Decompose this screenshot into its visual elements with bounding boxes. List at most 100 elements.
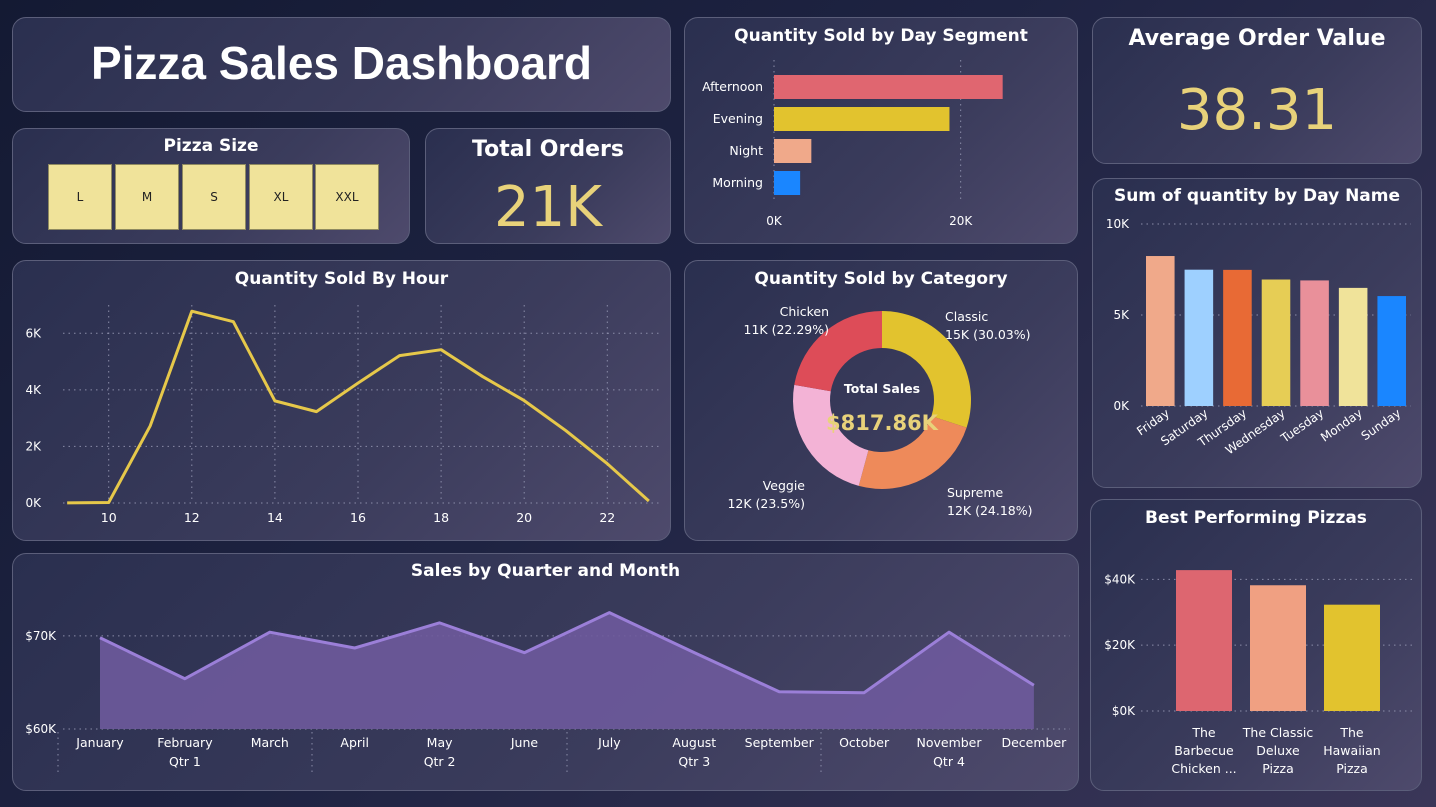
size-option-xxl[interactable]: XXL (315, 164, 379, 230)
category-label: Sunday (1359, 406, 1404, 443)
slice-name-label: Chicken (780, 304, 829, 319)
quarter-label: Qtr 4 (933, 754, 965, 769)
category-label: Barbecue (1174, 743, 1234, 758)
category-label: Pizza (1336, 761, 1368, 776)
quarter-month-card: Sales by Quarter and Month $60K $70K Janua… (12, 553, 1079, 791)
bar (1338, 287, 1368, 406)
best-pizzas-card: Best Performing Pizzas $0K $20K $40K The Bar… (1090, 499, 1422, 791)
bar (1223, 269, 1252, 406)
day-name-card: Sum of quantity by Day Name 0K 5K 10K Frida… (1092, 178, 1422, 488)
category-label: Morning (712, 175, 763, 190)
x-tick-label: 16 (350, 510, 366, 525)
y-tick-label: $20K (1104, 638, 1136, 652)
x-tick-label: 0K (766, 214, 783, 228)
slice-value-label: 11K (22.29%) (744, 322, 830, 337)
size-option-m[interactable]: M (115, 164, 179, 230)
title-card: Pizza Sales Dashboard (12, 17, 671, 112)
category-label: Chicken ... (1171, 761, 1236, 776)
pizza-size-title: Pizza Size (163, 136, 259, 156)
quarter-label: Qtr 1 (169, 754, 201, 769)
month-label: February (157, 735, 213, 750)
y-tick-label: $60K (25, 722, 57, 736)
size-option-xl[interactable]: XL (249, 164, 313, 230)
month-label: March (251, 735, 289, 750)
month-label: June (510, 735, 539, 750)
month-label: August (672, 735, 716, 750)
bar (1184, 269, 1214, 406)
month-label: September (745, 735, 815, 750)
category-label: Evening (713, 111, 763, 126)
x-tick-label: 20 (516, 510, 532, 525)
donut-center-label: Total Sales (844, 381, 920, 396)
bar (1377, 296, 1406, 406)
day-name-chart: 0K5K10KFridaySaturdayThursdayWednesdayTu… (1106, 217, 1411, 457)
category-label: Afternoon (702, 79, 763, 94)
bar (774, 107, 950, 131)
total-orders-title: Total Orders (472, 137, 624, 162)
bar (1146, 256, 1175, 406)
category-label: The Classic (1242, 725, 1314, 740)
dashboard-title: Pizza Sales Dashboard (90, 37, 593, 89)
slice-value-label: 12K (24.18%) (947, 503, 1033, 518)
month-label: April (340, 735, 369, 750)
donut-center-value: $817.86K (826, 411, 939, 435)
month-label: May (427, 735, 453, 750)
bar (1324, 604, 1380, 711)
bar (1176, 570, 1232, 711)
hour-card: Quantity Sold By Hour 0K 2K 4K 6K 10 12 14 16 18… (12, 260, 671, 541)
y-tick-label: 0K (25, 496, 42, 510)
slice-name-label: Supreme (947, 485, 1004, 500)
day-segment-chart: 0K 20K Afternoon Evening Night Morning (702, 60, 1003, 228)
bar (774, 75, 1003, 99)
slice-value-label: 12K (23.5%) (727, 496, 805, 511)
bar (1250, 585, 1306, 711)
x-tick-label: 18 (433, 510, 449, 525)
category-label: The (1191, 725, 1216, 740)
bar (1261, 279, 1291, 406)
month-label: October (839, 735, 890, 750)
category-label: Hawaiian (1323, 743, 1380, 758)
y-tick-label: 0K (1113, 399, 1130, 413)
x-tick-label: 22 (599, 510, 615, 525)
series-line (67, 309, 650, 505)
y-tick-label: $40K (1104, 572, 1136, 586)
y-tick-label: 10K (1106, 217, 1130, 231)
x-tick-label: 14 (267, 510, 283, 525)
bar (774, 171, 801, 195)
category-card: Quantity Sold by Category Classic 15K (30… (684, 260, 1078, 541)
bar (1300, 280, 1329, 406)
quarter-label: Qtr 2 (424, 754, 456, 769)
category-label: Deluxe (1256, 743, 1300, 758)
month-label: January (75, 735, 124, 750)
pizza-size-slicer: Pizza Size L M S XL XXL (12, 128, 410, 244)
y-tick-label: 6K (25, 326, 42, 340)
bar (774, 139, 812, 163)
donut-slice (793, 384, 869, 486)
y-tick-label: 4K (25, 383, 42, 397)
category-label: Night (729, 143, 763, 158)
avg-order-title: Average Order Value (1128, 26, 1386, 51)
y-tick-label: $70K (25, 629, 57, 643)
month-label: July (597, 735, 621, 750)
slice-value-label: 15K (30.03%) (945, 327, 1031, 342)
x-tick-label: 12 (184, 510, 200, 525)
best-pizzas-chart: $0K $20K $40K The Barbecue Chicken ... The Cla… (1104, 570, 1413, 776)
x-tick-label: 10 (101, 510, 117, 525)
total-orders-value: 21K (494, 175, 602, 240)
category-label: Monday (1318, 406, 1365, 445)
avg-order-value: 38.31 (1176, 78, 1338, 143)
y-tick-label: 2K (25, 439, 42, 453)
total-orders-card: Total Orders 21K (425, 128, 671, 244)
x-tick-label: 20K (949, 214, 973, 228)
day-segment-card: Quantity Sold by Day Segment 0K 20K Aftern… (684, 17, 1078, 244)
category-label: Pizza (1262, 761, 1294, 776)
month-label: December (1001, 735, 1067, 750)
quarter-label: Qtr 3 (678, 754, 710, 769)
size-option-s[interactable]: S (182, 164, 246, 230)
hour-chart: 0K 2K 4K 6K 10 12 14 16 18 20 22 (25, 305, 661, 525)
category-label: Tuesday (1277, 406, 1326, 446)
size-option-l[interactable]: L (48, 164, 112, 230)
quarter-month-chart: $60K $70K January February March April May June… (25, 611, 1070, 774)
category-label: The (1339, 725, 1364, 740)
slice-name-label: Classic (945, 309, 988, 324)
